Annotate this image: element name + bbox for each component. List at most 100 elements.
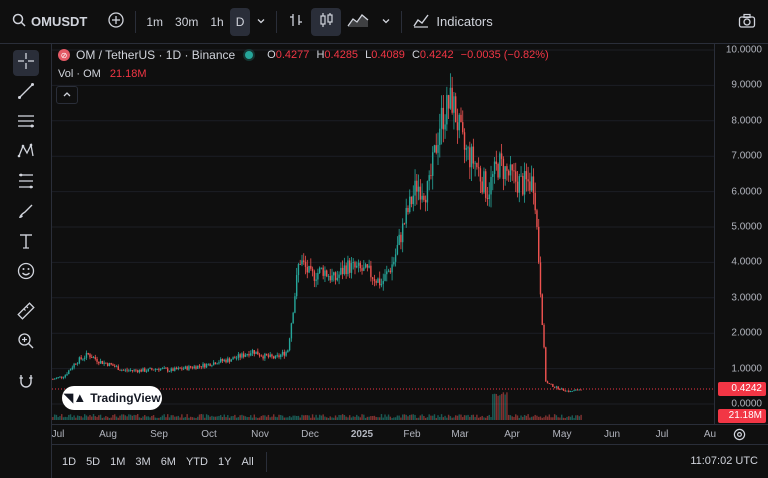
candle-body: [343, 265, 346, 275]
om-logo-icon: ⊘: [58, 49, 70, 61]
volume-bar: [463, 415, 466, 420]
magnet-icon: [16, 371, 36, 396]
volume-bar: [105, 416, 107, 420]
collapse-legend-button[interactable]: [56, 86, 78, 104]
range-1d[interactable]: 1D: [62, 456, 76, 468]
volume-bar: [511, 416, 513, 420]
bars-style-button[interactable]: [281, 8, 311, 36]
volume-bar: [250, 415, 252, 420]
volume-bar: [440, 414, 443, 420]
volume-bar: [136, 414, 139, 420]
magnet-tool[interactable]: [13, 370, 39, 396]
chart-type-dropdown[interactable]: [375, 8, 397, 36]
candle-body: [493, 161, 496, 175]
tradingview-logo-icon: ◥▲: [63, 390, 87, 405]
volume-bar: [255, 417, 257, 420]
candle-body: [568, 390, 570, 392]
candle-body: [389, 270, 392, 273]
interval-30m[interactable]: 30m: [169, 8, 204, 36]
candle-body: [474, 162, 476, 164]
interval-1h[interactable]: 1h: [204, 8, 229, 36]
fib-tool[interactable]: [13, 170, 39, 196]
volume-bar: [456, 415, 459, 420]
candle-body: [396, 244, 399, 255]
chart-pane[interactable]: [52, 44, 714, 424]
candle-body: [410, 196, 413, 205]
volume-label[interactable]: Vol · OM: [58, 68, 101, 80]
candles-style-button[interactable]: [311, 7, 342, 36]
brush-tool[interactable]: [13, 200, 39, 226]
candle-body: [430, 175, 432, 176]
candle-body: [527, 179, 529, 182]
symbol-search[interactable]: OMUSDT: [6, 8, 93, 36]
volume-bar: [462, 417, 464, 420]
candle-body: [313, 271, 316, 281]
utc-clock[interactable]: 11:07:02 UTC: [690, 455, 758, 467]
candle-body: [525, 171, 528, 180]
range-all[interactable]: All: [241, 456, 253, 468]
candle-body: [131, 370, 134, 371]
range-1y[interactable]: 1Y: [218, 456, 231, 468]
range-ytd[interactable]: YTD: [186, 456, 208, 468]
volume-bar: [382, 417, 384, 420]
volume-bar: [354, 416, 356, 420]
volume-bar: [193, 417, 195, 420]
tradingview-logo[interactable]: ◥▲ TradingView: [62, 386, 162, 410]
crosshair-tool[interactable]: [13, 50, 39, 76]
candle-body: [241, 353, 243, 358]
candle-body: [543, 324, 545, 348]
legend-title[interactable]: OM / TetherUS · 1D · Binance: [76, 48, 235, 62]
text-tool[interactable]: [13, 230, 39, 256]
volume-bar: [280, 414, 282, 420]
volume-bar: [532, 416, 535, 420]
emoji-tool[interactable]: [13, 260, 39, 286]
candle-body: [377, 278, 379, 283]
interval-1m[interactable]: 1m: [140, 8, 169, 36]
range-6m[interactable]: 6M: [161, 456, 176, 468]
volume-bar: [73, 415, 75, 420]
volume-bar: [287, 417, 289, 420]
candle-body: [486, 197, 489, 199]
horizontal-lines-tool[interactable]: [13, 110, 39, 136]
indicators-label: Indicators: [436, 14, 493, 29]
volume-bar: [552, 417, 554, 420]
candle-body: [297, 264, 300, 276]
candle-body: [492, 174, 494, 177]
volume-bar: [265, 416, 268, 420]
candle-body: [357, 262, 360, 266]
volume-bar: [156, 417, 158, 420]
candle-body: [258, 354, 261, 356]
volume-bar: [85, 415, 88, 420]
volume-bar: [444, 415, 446, 420]
volume-bar: [62, 417, 65, 420]
pattern-tool[interactable]: [13, 140, 39, 166]
interval-d[interactable]: D: [229, 7, 251, 36]
snapshot-button[interactable]: [732, 8, 762, 36]
compare-button[interactable]: [101, 8, 131, 36]
measure-tool[interactable]: [13, 300, 39, 326]
volume-bar: [310, 417, 312, 420]
volume-bar: [479, 416, 482, 420]
volume-bar: [536, 415, 538, 420]
range-3m[interactable]: 3M: [135, 456, 150, 468]
candle-body: [73, 363, 75, 368]
candle-body: [340, 267, 342, 275]
volume-bar: [181, 414, 183, 420]
area-style-button[interactable]: [341, 8, 375, 36]
price-tick-label: 6.0000: [731, 186, 762, 198]
range-1m[interactable]: 1M: [110, 456, 125, 468]
time-axis[interactable]: Jul Aug Sep Oct Nov Dec 2025 Feb Mar Apr May Jun Jul…: [52, 424, 768, 444]
indicators-button[interactable]: Indicators: [406, 8, 498, 36]
volume-bar: [500, 393, 503, 420]
range-5d[interactable]: 5D: [86, 456, 100, 468]
volume-bar: [211, 415, 213, 420]
candle-body: [274, 355, 277, 359]
volume-bar: [78, 416, 81, 420]
price-chart[interactable]: [52, 44, 714, 424]
trend-line-tool[interactable]: [13, 80, 39, 106]
candle-body: [112, 364, 114, 366]
price-axis[interactable]: 10.0000 9.0000 8.0000 7.0000 6.0000 5.0000 4.0…: [714, 44, 768, 424]
interval-dropdown[interactable]: [250, 8, 272, 36]
zoom-tool[interactable]: [13, 330, 39, 356]
candle-body: [292, 312, 294, 324]
